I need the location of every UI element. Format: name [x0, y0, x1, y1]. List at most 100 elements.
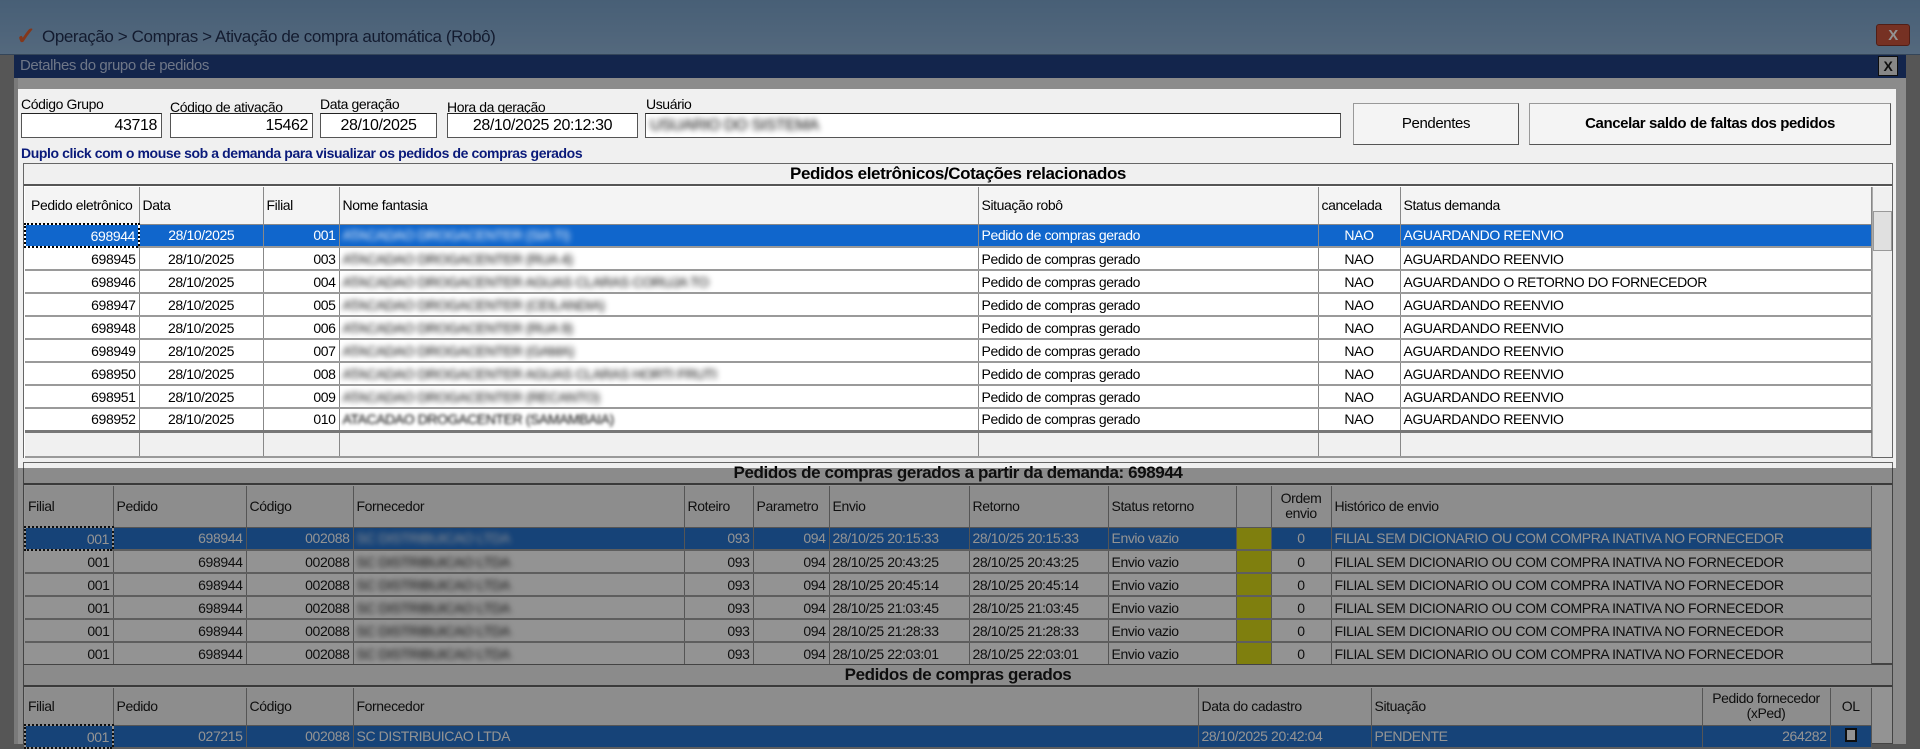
column-header[interactable]: Pedido [113, 688, 247, 726]
table-row[interactable]: 698952 28/10/2025 010 ATACADAO DROGACENTER … [25, 408, 1872, 432]
column-header[interactable]: Ordem envio [1271, 486, 1332, 528]
blurred-text: ATACADAO DROGACENTER (RECANTO) [342, 388, 601, 405]
blurred-text: ATACADAO DROGACENTER AGUAS CLARAS CORUJA… [342, 273, 709, 290]
column-header[interactable]: Data do cadastro [1198, 688, 1372, 726]
cell-nome-fantasia: ATACADAO DROGACENTER AGUAS CLARAS HORTI … [339, 362, 979, 386]
cell-situa-o-rob-: Pedido de compras gerado [978, 385, 1319, 409]
column-header[interactable]: Nome fantasia [339, 187, 979, 225]
column-header[interactable]: Pedido eletrônico [25, 187, 140, 225]
column-header[interactable] [1236, 486, 1272, 528]
table-row[interactable]: 698946 28/10/2025 004 ATACADAO DROGACENTER … [25, 270, 1872, 294]
hora-geracao-field[interactable]: 28/10/2025 20:12:30 [447, 113, 638, 138]
table-row[interactable]: 698951 28/10/2025 009 ATACADAO DROGACENTER … [25, 385, 1872, 409]
window-close-button[interactable]: X [1876, 24, 1910, 46]
cell-status-demanda: AGUARDANDO REENVIO [1400, 247, 1872, 271]
column-header[interactable]: Situação robô [978, 187, 1319, 225]
status-color-cell [1236, 642, 1272, 666]
table-row[interactable]: 001 698944 002088 SC DISTRIBUICAO LTDA 093 09… [25, 642, 1872, 666]
data-geracao-field[interactable]: 28/10/2025 [320, 113, 437, 138]
dialog-close-button[interactable]: X [1878, 56, 1898, 76]
cell-nome-fantasia: ATACADAO DROGACENTER (CEILANDIA) [339, 293, 979, 317]
status-color-cell [1236, 550, 1272, 574]
column-header[interactable]: Filial [263, 187, 340, 225]
cell-roteiro: 093 [684, 573, 754, 597]
table-row[interactable]: 698950 28/10/2025 008 ATACADAO DROGACENTER … [25, 362, 1872, 386]
cell-data: 28/10/2025 [139, 408, 264, 432]
column-header[interactable]: Pedido [113, 486, 247, 528]
cell-filial: 001 [24, 724, 114, 749]
table-row[interactable]: 698947 28/10/2025 005 ATACADAO DROGACENTER … [25, 293, 1872, 317]
column-header[interactable]: Situação [1371, 688, 1703, 726]
blurred-text: ATACADAO DROGACENTER (CEILANDIA) [342, 296, 605, 313]
table-row[interactable]: 698945 28/10/2025 003 ATACADAO DROGACENTER … [25, 247, 1872, 271]
column-header[interactable]: OL [1830, 688, 1872, 726]
pendentes-button[interactable]: Pendentes [1353, 103, 1519, 145]
cell-status-demanda: AGUARDANDO O RETORNO DO FORNECEDOR [1400, 270, 1872, 294]
table-row[interactable]: 001 698944 002088 SC DISTRIBUICAO LTDA 093 09… [25, 619, 1872, 643]
empty-cell [339, 429, 979, 458]
column-header[interactable]: Fornecedor [353, 486, 685, 528]
cell-fornecedor: SC DISTRIBUICAO LTDA [353, 596, 685, 620]
column-header[interactable]: Código [246, 688, 354, 726]
app-logo-icon: ✓ [16, 23, 36, 50]
cell-cancelada: NAO [1318, 339, 1401, 363]
column-header[interactable]: Filial [25, 486, 114, 528]
cell-status-retorno: Envio vazio [1108, 550, 1237, 574]
table-row[interactable]: 001 698944 002088 SC DISTRIBUICAO LTDA 093 09… [25, 550, 1872, 574]
grid1-scroll-thumb[interactable] [1873, 211, 1892, 251]
cell-situa-o-rob-: Pedido de compras gerado [978, 224, 1319, 248]
column-header[interactable]: Roteiro [684, 486, 754, 528]
blurred-text: SC DISTRIBUICAO LTDA [356, 576, 511, 593]
column-header[interactable]: Envio [829, 486, 970, 528]
cell-fornecedor: SC DISTRIBUICAO LTDA [353, 550, 685, 574]
table-row[interactable]: 698949 28/10/2025 007 ATACADAO DROGACENTER … [25, 339, 1872, 363]
cell-filial: 004 [263, 270, 340, 294]
cell-filial: 010 [263, 408, 340, 432]
column-header[interactable]: Status retorno [1108, 486, 1237, 528]
column-header[interactable]: cancelada [1318, 187, 1401, 225]
cancelar-saldo-button[interactable]: Cancelar saldo de faltas dos pedidos [1529, 103, 1891, 145]
usuario-field[interactable]: USUARIO DO SISTEMA [645, 113, 1341, 138]
cell-c-digo: 002088 [246, 725, 354, 749]
ol-checkbox[interactable] [1844, 727, 1857, 742]
cell-data: 28/10/2025 [139, 339, 264, 363]
column-header[interactable]: Retorno [969, 486, 1109, 528]
cell-pedido: 698944 [113, 642, 247, 666]
grid1-scrollbar[interactable] [1872, 187, 1892, 457]
column-header[interactable]: Status demanda [1400, 187, 1872, 225]
cell-retorno: 28/10/25 22:03:01 [969, 642, 1109, 666]
cell-pedido: 698944 [113, 550, 247, 574]
column-header[interactable]: Código [246, 486, 354, 528]
cell-cancelada: NAO [1318, 362, 1401, 386]
cell-filial: 001 [24, 526, 114, 551]
cell-hist-rico-de-envio: FILIAL SEM DICIONARIO OU COM COMPRA INAT… [1331, 596, 1872, 620]
cell-pedido: 698944 [113, 596, 247, 620]
cell-filial: 006 [263, 316, 340, 340]
column-header[interactable]: Filial [25, 688, 114, 726]
column-header[interactable]: Pedido fornecedor (xPed) [1702, 688, 1831, 726]
table-row[interactable]: 698944 28/10/2025 001 ATACADAO DROGACENTER … [24, 223, 1872, 248]
blurred-text: ATACADAO DROGACENTER AGUAS CLARAS HORTI … [342, 365, 717, 382]
cell-data: 28/10/2025 [139, 247, 264, 271]
cell-c-digo: 002088 [246, 527, 354, 551]
cell-ordem-envio: 0 [1271, 619, 1332, 643]
column-header[interactable]: Parametro [753, 486, 830, 528]
cell-ordem-envio: 0 [1271, 596, 1332, 620]
codigo-grupo-field[interactable]: 43718 [21, 113, 162, 138]
table-row[interactable]: 001 698944 002088 SC DISTRIBUICAO LTDA 093 09… [25, 596, 1872, 620]
column-header[interactable]: Histórico de envio [1331, 486, 1872, 528]
cell-status-demanda: AGUARDANDO REENVIO [1400, 293, 1872, 317]
table-row[interactable]: 001 698944 002088 SC DISTRIBUICAO LTDA 093 09… [24, 526, 1872, 551]
pedidos-demanda-table: Filial Pedido Código Fornecedor Roteiro Param… [24, 486, 1872, 666]
cell-envio: 28/10/25 22:03:01 [829, 642, 970, 666]
cell-filial: 001 [25, 619, 114, 643]
column-header[interactable]: Fornecedor [353, 688, 1199, 726]
table-row[interactable]: 001 698944 002088 SC DISTRIBUICAO LTDA 093 09… [25, 573, 1872, 597]
table-row[interactable]: 001 027215 002088 SC DISTRIBUICAO LTDA 28/10… [24, 724, 1872, 749]
codigo-ativacao-field[interactable]: 15462 [170, 113, 313, 138]
cell-filial: 003 [263, 247, 340, 271]
table-row[interactable]: 698948 28/10/2025 006 ATACADAO DROGACENTER … [25, 316, 1872, 340]
column-header[interactable]: Data [139, 187, 264, 225]
cell-pedido-eletr-nico: 698948 [25, 316, 140, 340]
cell-hist-rico-de-envio: FILIAL SEM DICIONARIO OU COM COMPRA INAT… [1331, 573, 1872, 597]
